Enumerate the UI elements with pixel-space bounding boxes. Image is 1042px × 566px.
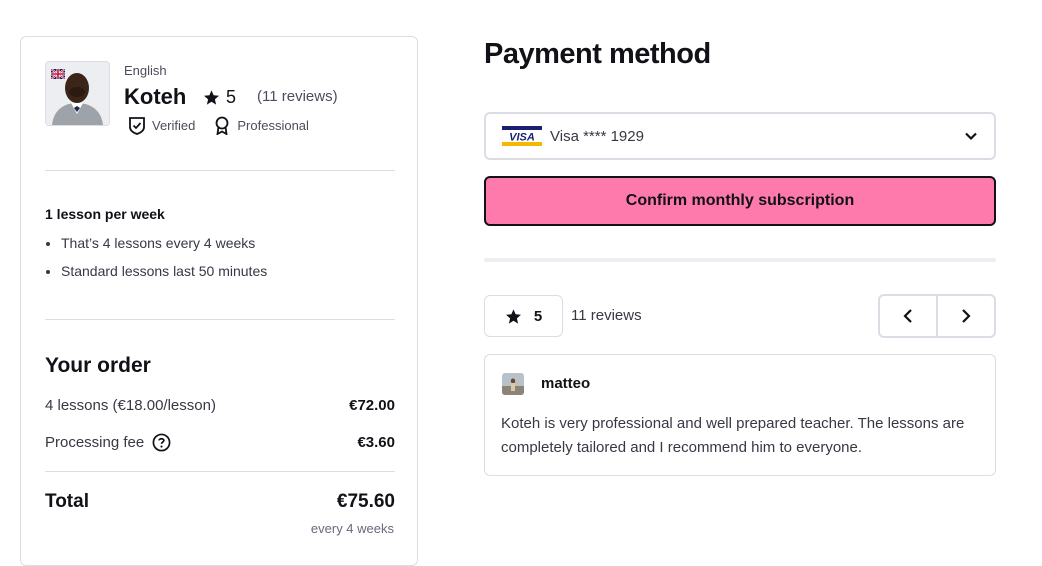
fee-amount: €3.60	[357, 434, 395, 451]
selected-card-label: Visa **** 1929	[550, 127, 644, 145]
review-text: Koteh is very professional and well prep…	[501, 415, 965, 456]
tutor-rating: 5	[203, 87, 236, 108]
fee-row: Processing fee €3.60	[45, 433, 395, 452]
divider	[45, 319, 395, 320]
section-divider	[484, 258, 996, 262]
professional-badge-icon	[215, 116, 229, 135]
confirm-subscription-button[interactable]: Confirm monthly subscription	[484, 176, 996, 226]
total-amount: €75.60	[336, 491, 395, 512]
tutor-rating-value: 5	[226, 87, 237, 107]
payment-method-title: Payment method	[484, 38, 711, 70]
review-card: matteo Koteh is very professional and we…	[484, 354, 996, 476]
plan-detail-item: That’s 4 lessons every 4 weeks	[61, 234, 267, 253]
total-label: Total	[45, 491, 89, 512]
reviews-pagination	[878, 294, 996, 338]
tutor-language: English	[124, 63, 167, 78]
uk-flag-icon	[51, 69, 65, 79]
plan-detail-item: Standard lessons last 50 minutes	[61, 262, 267, 281]
star-icon	[204, 90, 219, 105]
divider	[45, 471, 395, 472]
reviews-rating-value: 5	[533, 307, 543, 325]
chevron-down-icon	[965, 132, 977, 141]
reviewer-name: matteo	[541, 375, 591, 392]
chevron-left-icon	[903, 309, 912, 323]
help-circle-icon[interactable]	[152, 433, 171, 452]
professional-badge: Professional	[213, 116, 309, 135]
lessons-label: 4 lessons (€18.00/lesson)	[45, 397, 216, 414]
verified-badge: Verified	[128, 116, 195, 135]
order-title: Your order	[45, 354, 151, 377]
next-review-button[interactable]	[936, 296, 994, 336]
payment-method-select[interactable]: VISA Visa **** 1929	[484, 112, 996, 160]
tutor-name[interactable]: Koteh	[124, 84, 186, 110]
total-row: Total €75.60	[45, 491, 395, 513]
order-summary-card: English Koteh 5 (11 reviews) Verified Pr…	[20, 36, 418, 566]
tutor-badges: Verified Professional	[128, 116, 327, 135]
plan-details: That’s 4 lessons every 4 weeks Standard …	[45, 234, 267, 290]
tutor-reviews-count[interactable]: (11 reviews)	[257, 88, 338, 105]
lessons-row: 4 lessons (€18.00/lesson) €72.00	[45, 397, 395, 414]
star-icon	[505, 308, 521, 324]
previous-review-button[interactable]	[880, 296, 936, 336]
verified-label: Verified	[152, 118, 196, 133]
verified-shield-icon	[129, 117, 145, 135]
visa-logo-text: VISA	[509, 132, 535, 144]
billing-frequency: every 4 weeks	[310, 521, 394, 536]
plan-title: 1 lesson per week	[45, 206, 165, 222]
visa-logo-icon: VISA	[502, 124, 542, 148]
professional-label: Professional	[237, 118, 309, 133]
lessons-amount: €72.00	[349, 397, 395, 414]
reviews-rating-summary: 5	[484, 295, 563, 337]
fee-label: Processing fee	[45, 434, 145, 451]
reviews-count: 11 reviews	[571, 307, 642, 324]
reviewer-avatar	[502, 373, 524, 395]
divider	[45, 170, 395, 171]
chevron-right-icon	[962, 309, 971, 323]
